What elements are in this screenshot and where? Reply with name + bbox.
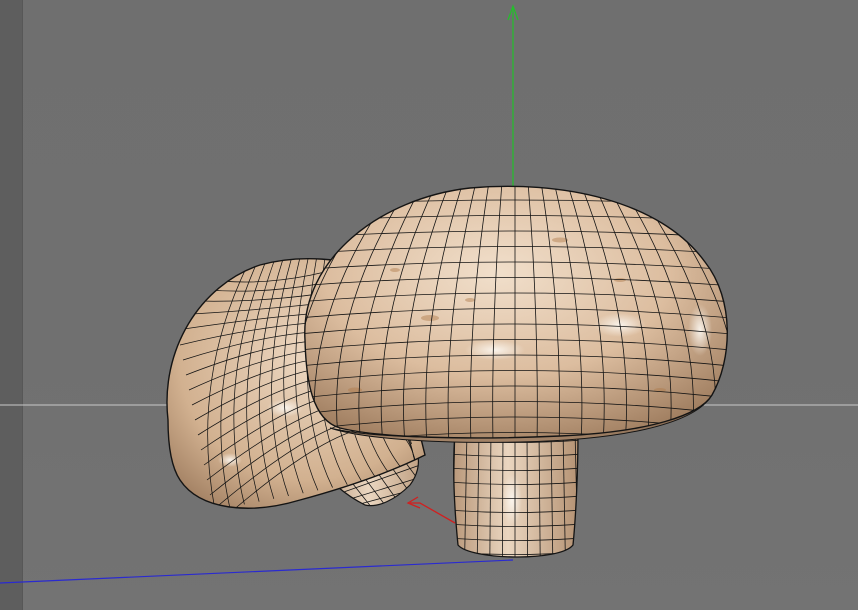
mushroom-front[interactable]	[290, 180, 745, 565]
z-axis-gizmo[interactable]	[0, 559, 514, 584]
scene-canvas[interactable]	[0, 0, 858, 610]
x-axis-gizmo[interactable]	[406, 496, 456, 524]
3d-viewport[interactable]	[0, 0, 858, 610]
y-axis-gizmo[interactable]	[507, 4, 519, 190]
